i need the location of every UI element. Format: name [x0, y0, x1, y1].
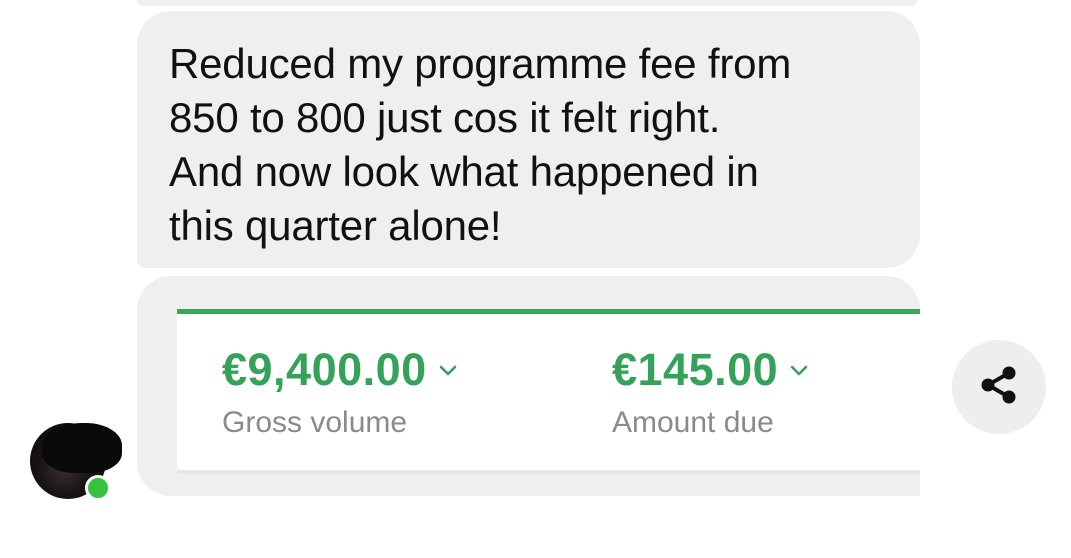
- amount-due-label: Amount due: [612, 406, 774, 439]
- share-button[interactable]: [952, 340, 1046, 434]
- card-divider: [177, 470, 920, 474]
- gross-volume-value: €9,400.00: [222, 344, 427, 395]
- online-status-dot: [85, 475, 111, 501]
- chevron-down-icon: [788, 359, 810, 381]
- message-text: Reduced my programme fee from 850 to 800…: [169, 40, 792, 249]
- previous-message-bubble: [137, 0, 917, 6]
- gross-volume-label: Gross volume: [222, 406, 408, 439]
- avatar-hair: [42, 423, 122, 473]
- stats-card: €9,400.00 Gross volume €145.00 Amount du…: [177, 309, 920, 474]
- sender-avatar[interactable]: [30, 423, 122, 501]
- chevron-down-icon: [437, 359, 459, 381]
- amount-due-value: €145.00: [612, 344, 779, 395]
- gross-volume-metric: €9,400.00 Gross volume: [222, 344, 459, 440]
- chat-thread: Reduced my programme fee from 850 to 800…: [0, 0, 1071, 558]
- message-bubble[interactable]: Reduced my programme fee from 850 to 800…: [137, 11, 920, 268]
- amount-due-metric: €145.00 Amount due: [612, 344, 810, 440]
- image-attachment-bubble[interactable]: €9,400.00 Gross volume €145.00 Amount du…: [137, 276, 920, 496]
- share-icon: [975, 361, 1023, 414]
